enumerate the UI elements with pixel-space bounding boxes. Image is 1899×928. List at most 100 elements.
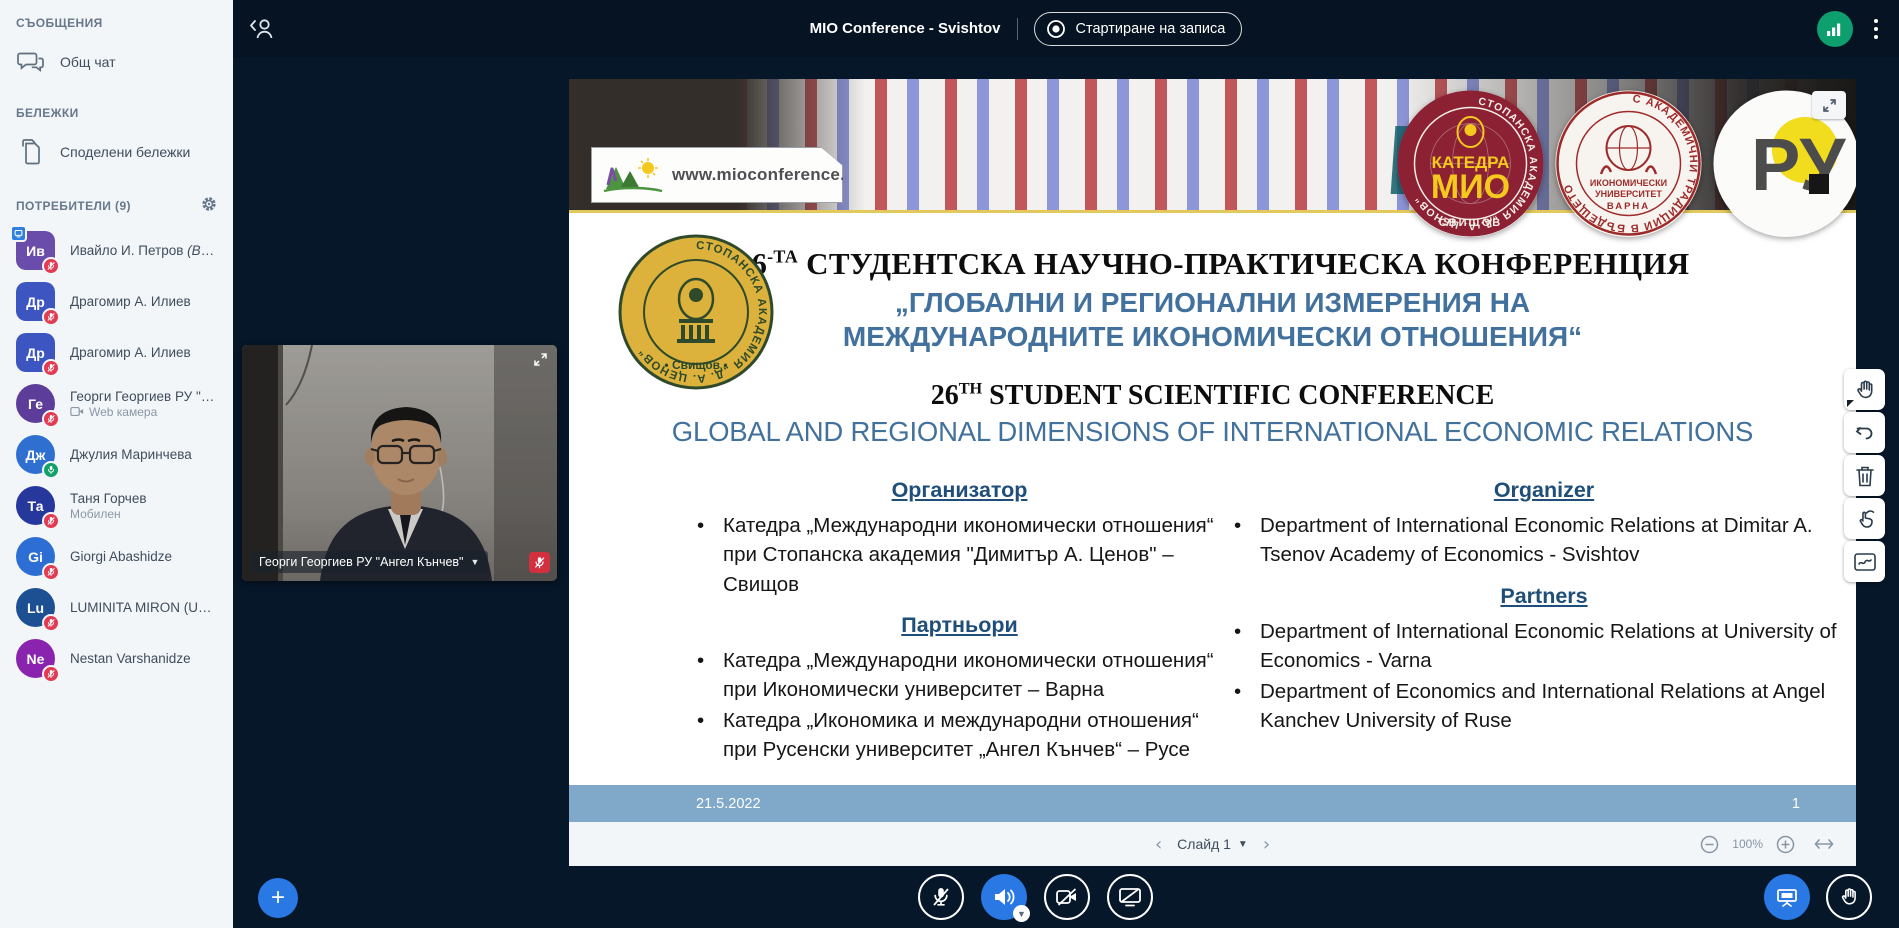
screenshare-icon — [1118, 886, 1142, 908]
mic-muted-icon — [46, 618, 56, 628]
user-name: Джулия Маринчева — [70, 447, 192, 462]
mic-icon — [46, 465, 56, 475]
clear-annotations-button[interactable] — [1844, 455, 1885, 496]
user-list-item[interactable]: Ив Ивайло И. Петров (Вие) — [0, 225, 233, 276]
webcam-icon — [70, 406, 84, 417]
restore-presentation-button[interactable] — [1764, 874, 1810, 920]
screenshare-button[interactable] — [1107, 874, 1153, 920]
presentation-controls — [1764, 874, 1872, 920]
zoom-controls: 100% — [1700, 822, 1834, 866]
palm-rejection-button[interactable] — [1844, 541, 1885, 582]
messages-header: СЪОБЩЕНИЯ — [0, 0, 233, 38]
avatar: Ге — [16, 384, 55, 423]
audio-options-chevron[interactable]: ▼ — [1013, 905, 1030, 922]
actions-plus-button[interactable]: + — [258, 878, 298, 918]
gear-icon[interactable] — [201, 196, 217, 215]
mic-muted-icon — [46, 261, 56, 271]
bullet-item: •Катедра „Международни икономически отно… — [697, 646, 1222, 704]
webcam-video[interactable]: Георги Георгиев РУ "Ангел Кънчев" ▼ — [242, 345, 557, 581]
toggle-userlist-button[interactable] — [247, 14, 281, 44]
partners-heading-en: Partners — [1234, 584, 1854, 609]
mic-muted-icon — [533, 556, 546, 569]
mic-muted-icon — [46, 312, 56, 322]
user-name: Драгомир А. Илиев — [70, 294, 191, 309]
svg-text:МИО: МИО — [1431, 168, 1510, 206]
bullet-item: •Department of International Economic Re… — [1234, 511, 1854, 569]
topbar-center: MIO Conference - Svishtov Стартиране на … — [810, 12, 1243, 46]
trash-icon — [1854, 464, 1876, 488]
multiuser-whiteboard-button[interactable] — [1844, 498, 1885, 539]
muted-badge — [42, 308, 60, 326]
presentation-area: www.mioconference.eu СТОПАНСКА АКАДЕМИЯ … — [569, 79, 1856, 866]
user-name: Таня Горчев — [70, 491, 147, 506]
messages-header-label: СЪОБЩЕНИЯ — [16, 16, 103, 30]
slide-footer: 21.5.2022 1 — [569, 785, 1856, 822]
camera-button[interactable] — [1044, 874, 1090, 920]
user-list-item[interactable]: Ге Георги Георгиев РУ "Ангел Кънч...Web … — [0, 378, 233, 429]
user-list-item[interactable]: Дж Джулия Маринчева — [0, 429, 233, 480]
webcam-muted-badge — [529, 552, 550, 573]
user-subtitle: Мобилен — [70, 507, 147, 521]
previous-slide-button[interactable]: ‹ — [1155, 834, 1162, 855]
fit-width-button[interactable] — [1814, 837, 1834, 851]
webcam-name-label[interactable]: Георги Георгиев РУ "Ангел Кънчев" ▼ — [250, 551, 488, 573]
start-recording-button[interactable]: Стартиране на записа — [1034, 12, 1243, 46]
hand-tool-button[interactable] — [1844, 369, 1885, 410]
slide-page-number: 1 — [1792, 796, 1800, 812]
notes-header-label: БЕЛЕЖКИ — [16, 106, 79, 120]
start-recording-label: Стартиране на записа — [1076, 21, 1226, 37]
user-list-item[interactable]: Lu LUMINITA MIRON (ULIM) — [0, 582, 233, 633]
column-bulgarian: Организатор •Катедра „Международни иконо… — [697, 478, 1222, 766]
presentation-fullscreen-button[interactable] — [1812, 91, 1846, 119]
multiuser-whiteboard-icon — [1853, 507, 1877, 531]
user-list-item[interactable]: Gi Giorgi Abashidze — [0, 531, 233, 582]
user-list-item[interactable]: Та Таня ГорчевМобилен — [0, 480, 233, 531]
connection-status-button[interactable] — [1817, 11, 1853, 47]
avatar: Gi — [16, 537, 55, 576]
shared-notes-item[interactable]: Споделени бележки — [0, 128, 233, 176]
public-chat-item[interactable]: Общ чат — [0, 38, 233, 86]
topbar-right — [1817, 0, 1885, 57]
bullet-item: •Катедра „Международни икономически отно… — [697, 511, 1222, 598]
mute-microphone-button[interactable] — [918, 874, 964, 920]
user-list-item[interactable]: Др Драгомир А. Илиев — [0, 276, 233, 327]
muted-badge — [42, 563, 60, 581]
mic-muted-icon — [46, 363, 56, 373]
user-name: Giorgi Abashidze — [70, 549, 172, 564]
avatar: Lu — [16, 588, 55, 627]
user-list-item[interactable]: Ne Nestan Varshanidze — [0, 633, 233, 684]
chat-icon — [16, 47, 46, 77]
audio-button[interactable]: ▼ — [981, 874, 1027, 920]
whiteboard-tools — [1844, 369, 1885, 582]
mic-muted-icon — [46, 516, 56, 526]
options-menu-button[interactable] — [1867, 12, 1885, 46]
restore-presentation-icon — [1775, 886, 1799, 908]
muted-badge — [42, 410, 60, 428]
muted-badge — [42, 512, 60, 530]
bullet-item: •Department of International Economic Re… — [1234, 617, 1854, 675]
mic-muted-icon — [930, 886, 952, 908]
mio-logo — [602, 155, 664, 195]
conference-url-box: www.mioconference.eu — [591, 147, 843, 203]
zoom-out-button[interactable] — [1700, 835, 1719, 854]
undo-button[interactable] — [1844, 412, 1885, 453]
muted-badge — [42, 665, 60, 683]
user-name: Георги Георгиев РУ "Ангел Кънч... — [70, 389, 217, 404]
user-name: Драгомир А. Илиев — [70, 345, 191, 360]
raise-hand-icon — [1838, 886, 1860, 908]
media-controls: ▼ — [918, 874, 1153, 920]
topbar-divider — [1017, 18, 1018, 40]
webcam-expand-icon[interactable] — [533, 352, 548, 372]
user-list-item[interactable]: Др Драгомир А. Илиев — [0, 327, 233, 378]
palm-rejection-icon — [1853, 552, 1877, 572]
raise-hand-button[interactable] — [1826, 874, 1872, 920]
avatar: Дж — [16, 435, 55, 474]
zoom-in-button[interactable] — [1776, 835, 1795, 854]
presentation-toolbar: ‹ Слайд 1 ▼ › 100% — [569, 822, 1856, 866]
next-slide-button[interactable]: › — [1263, 834, 1270, 855]
webcam-icon — [70, 406, 84, 417]
organizer-list-en: •Department of International Economic Re… — [1234, 511, 1854, 569]
record-icon — [1046, 19, 1066, 39]
slide-select-dropdown[interactable]: Слайд 1 ▼ — [1177, 836, 1248, 852]
slide-content: СТОПАНСКА АКАДЕМИЯ „Д. А. ЦЕНОВ“ • Свищо… — [569, 213, 1856, 785]
